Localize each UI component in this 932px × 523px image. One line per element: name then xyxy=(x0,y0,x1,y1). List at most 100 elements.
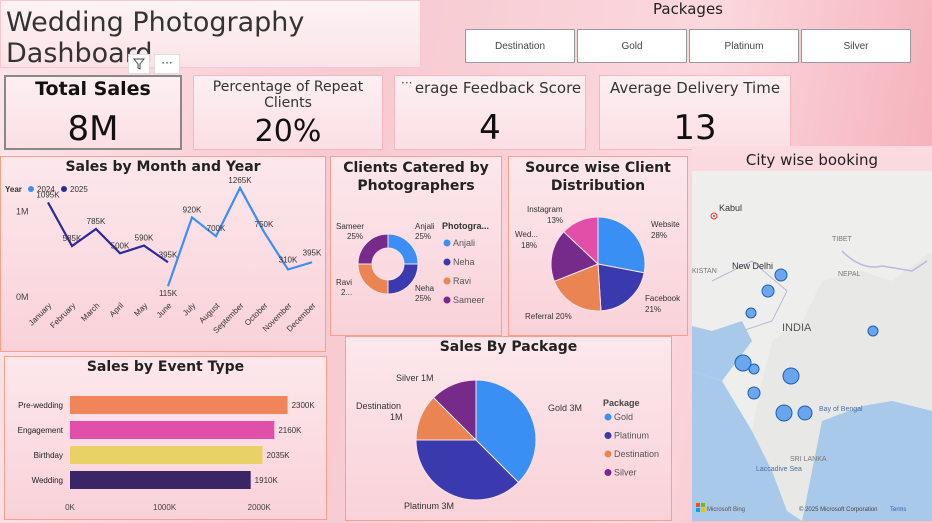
city-bubble[interactable] xyxy=(774,268,788,282)
x-tick-label: April xyxy=(108,301,126,319)
legend-label: 2025 xyxy=(70,185,88,194)
data-label: Sameer xyxy=(336,222,364,231)
y-tick-label: Engagement xyxy=(18,426,64,435)
bar xyxy=(70,471,251,489)
legend-label: Silver xyxy=(614,468,637,478)
kpi-delivery-value: 13 xyxy=(673,108,717,148)
data-label: 395K xyxy=(159,250,178,259)
map-attribution: © 2025 Microsoft Corporation xyxy=(799,506,877,513)
kpi-total-sales[interactable]: Total Sales 8M xyxy=(4,75,182,150)
filter-icon[interactable] xyxy=(128,54,150,74)
source-pie-chart: Website 28% Facebook 21% Referral 20% Wed... 1… xyxy=(515,205,681,321)
data-label: 13% xyxy=(547,216,563,225)
data-label: 25% xyxy=(347,232,363,241)
legend-label: Ravi xyxy=(453,276,471,286)
data-label: 21% xyxy=(645,305,661,314)
slicer-title: Packages xyxy=(653,0,723,18)
legend-marker xyxy=(443,277,451,285)
legend-title: Year xyxy=(5,185,22,194)
data-label: Platinum 3M xyxy=(404,501,454,511)
data-label: Website xyxy=(651,220,680,229)
data-label: 700K xyxy=(207,224,226,233)
x-tick-label: February xyxy=(48,301,77,330)
sales-by-event-chart: Pre-wedding 2300K Engagement 2160K Birthday 2… xyxy=(18,396,316,512)
city-bubble[interactable] xyxy=(797,405,813,421)
legend-title: Package xyxy=(603,398,640,408)
x-tick-label: 0K xyxy=(65,503,75,512)
legend-label: Anjali xyxy=(453,238,475,248)
data-label: 2300K xyxy=(292,401,316,410)
legend-marker xyxy=(443,239,451,247)
kpi-delivery: Average Delivery Time 13 xyxy=(599,75,791,150)
sales-by-month-chart: Year 2024 20250M1M115K920K700K1265K750K310… xyxy=(5,176,322,335)
map-title: City wise booking xyxy=(745,151,879,169)
kpi-feedback: ··· erage Feedback Score 4 xyxy=(394,75,586,150)
slicer-option-silver[interactable]: Silver xyxy=(801,29,911,63)
sales-by-package-card[interactable]: Sales By Package Gold 3M Platinum 3M Desti… xyxy=(345,336,672,521)
kpi-delivery-label: Average Delivery Time xyxy=(609,79,781,97)
map-label-kabul: Kabul xyxy=(719,203,742,213)
map-label-srilanka: SRI LANKA xyxy=(790,456,827,463)
svg-text:Microsoft Bing: Microsoft Bing xyxy=(707,507,745,513)
legend-marker xyxy=(443,296,451,304)
pie-slice xyxy=(387,263,419,295)
legend-marker xyxy=(61,186,67,192)
data-label: 310K xyxy=(279,256,298,265)
map-label-bay: Bay of Bengal xyxy=(819,406,863,413)
city-bubble[interactable] xyxy=(745,307,757,319)
x-tick-label: May xyxy=(132,301,149,318)
series-line xyxy=(166,185,313,287)
y-tick-label: Birthday xyxy=(34,451,63,460)
data-label: Referral 20% xyxy=(525,312,572,321)
slicer-option-gold[interactable]: Gold xyxy=(577,29,687,63)
kpi-repeat-clients-label: Percentage of Repeat Clients xyxy=(212,79,364,111)
data-label: 500K xyxy=(111,241,130,250)
data-label: Instagram xyxy=(527,205,563,214)
y-tick-label: 1M xyxy=(16,207,29,217)
pie-slice xyxy=(387,233,419,265)
sales-by-month-card[interactable]: Sales by Month and Year Year 2024 2025 0M 1M… xyxy=(0,156,326,352)
data-label: Anjali xyxy=(415,222,435,231)
map[interactable]: Kabul TIBET KISTAN New Delhi NEPAL INDIA… xyxy=(692,171,932,521)
data-label: 750K xyxy=(255,220,274,229)
map-label-nepal: NEPAL xyxy=(838,271,861,278)
data-label: 25% xyxy=(415,232,431,241)
city-bubble[interactable] xyxy=(761,284,775,298)
data-label: Neha xyxy=(415,284,435,293)
data-label: 25% xyxy=(415,294,431,303)
bar xyxy=(70,396,288,414)
data-label: 28% xyxy=(651,231,667,240)
city-bubble[interactable] xyxy=(775,404,793,422)
data-label: Wed... xyxy=(515,230,538,239)
city-bubble[interactable] xyxy=(782,367,800,385)
slicer-option-destination[interactable]: Destination xyxy=(465,29,575,63)
source-distribution-card[interactable]: Source wise Client Distribution Website 2… xyxy=(508,156,688,336)
data-label: Silver 1M xyxy=(396,373,434,383)
pie-slice xyxy=(357,263,389,295)
map-label-india: INDIA xyxy=(782,322,812,334)
packages-slicer: Packages Destination Gold Platinum Silve… xyxy=(430,0,932,68)
data-label: 115K xyxy=(159,289,178,298)
legend-label: Platinum xyxy=(614,431,649,441)
slicer-option-platinum[interactable]: Platinum xyxy=(689,29,799,63)
more-options-icon[interactable]: ··· xyxy=(154,54,180,74)
city-bubble[interactable] xyxy=(748,363,760,375)
sales-by-event-card[interactable]: Sales by Event Type Pre-wedding 2300K Enga… xyxy=(4,356,327,520)
city-bubble[interactable] xyxy=(747,386,761,400)
data-label: 785K xyxy=(87,217,106,226)
legend-marker xyxy=(28,186,34,192)
map-terms-link[interactable]: Terms xyxy=(890,507,906,513)
legend-label: Neha xyxy=(453,257,475,267)
data-label: 920K xyxy=(183,205,202,214)
data-label: 1M xyxy=(390,412,403,422)
x-tick-label: June xyxy=(155,301,174,320)
kpi-repeat-clients-value: 20% xyxy=(254,114,322,149)
legend-marker xyxy=(604,432,612,439)
clients-by-photographer-card[interactable]: Clients Catered by Photographers Anjali 2… xyxy=(330,156,502,336)
legend-marker xyxy=(604,450,612,458)
data-label: 18% xyxy=(521,241,537,250)
data-label: 2035K xyxy=(267,451,291,460)
city-bubble[interactable] xyxy=(867,325,879,337)
city-booking-card[interactable]: City wise booking Kabul TIBET KISTAN New… xyxy=(692,146,932,523)
data-label: 1910K xyxy=(255,476,279,485)
